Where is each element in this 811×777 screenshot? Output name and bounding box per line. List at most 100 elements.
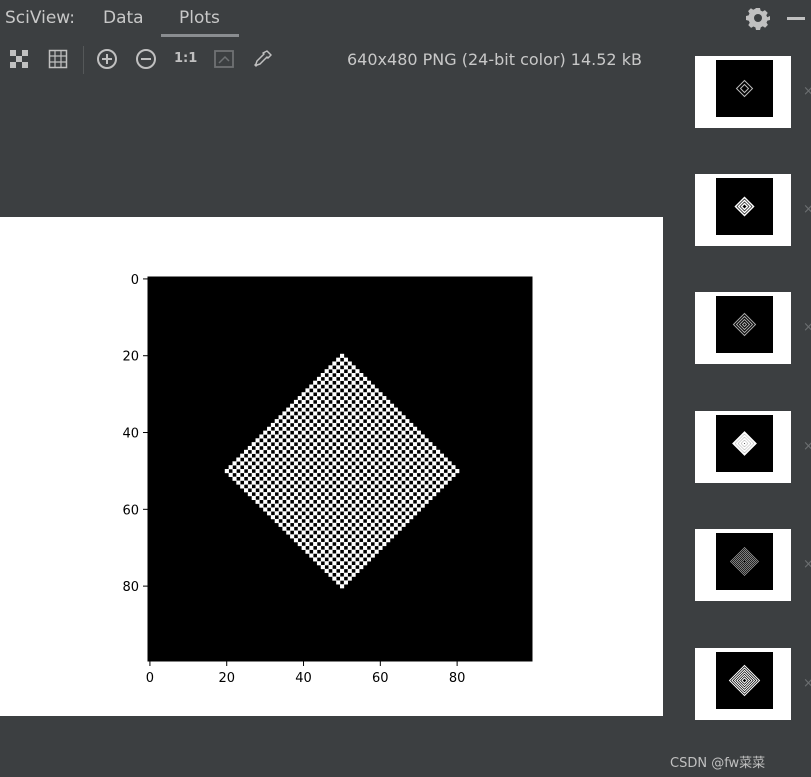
image-pixel bbox=[370, 469, 375, 474]
image-pixel bbox=[305, 549, 310, 554]
image-pixel bbox=[316, 553, 322, 558]
image-pixel bbox=[420, 503, 425, 508]
close-thumbnail-icon[interactable]: × bbox=[803, 85, 811, 98]
image-pixel bbox=[355, 399, 360, 405]
image-pixel bbox=[393, 453, 398, 458]
image-pixel bbox=[420, 472, 425, 477]
image-pixel bbox=[378, 453, 383, 458]
image-pixel bbox=[320, 411, 325, 416]
image-pixel bbox=[393, 461, 398, 466]
image-pixel bbox=[386, 484, 391, 489]
image-pixel bbox=[255, 499, 260, 504]
image-pixel bbox=[351, 442, 356, 447]
image-pixel bbox=[412, 488, 418, 493]
image-pixel bbox=[328, 488, 333, 493]
color-picker-icon[interactable] bbox=[252, 48, 274, 70]
image-pixel bbox=[278, 499, 283, 504]
image-pixel bbox=[336, 565, 341, 570]
image-pixel bbox=[347, 392, 352, 397]
image-pixel bbox=[355, 407, 360, 412]
close-thumbnail-icon[interactable]: × bbox=[803, 677, 811, 690]
plot-thumbnail-3[interactable] bbox=[695, 292, 791, 364]
image-pixel bbox=[309, 476, 314, 481]
image-pixel bbox=[313, 480, 318, 485]
image-pixel bbox=[363, 561, 368, 566]
close-thumbnail-icon[interactable]: × bbox=[803, 203, 811, 216]
image-pixel bbox=[278, 476, 283, 481]
image-pixel bbox=[328, 396, 333, 401]
image-pixel bbox=[316, 384, 322, 389]
close-thumbnail-icon[interactable]: × bbox=[803, 440, 811, 453]
image-pixel bbox=[412, 495, 418, 501]
image-pixel bbox=[324, 515, 329, 520]
image-pixel bbox=[286, 522, 291, 527]
image-pixel bbox=[274, 503, 279, 508]
image-pixel bbox=[297, 495, 302, 501]
image-pixel bbox=[397, 434, 402, 439]
image-pixel bbox=[336, 449, 341, 454]
image-pixel bbox=[301, 522, 306, 527]
image-pixel bbox=[416, 507, 421, 512]
y-tick-label: 80 bbox=[122, 580, 139, 595]
image-pixel bbox=[439, 469, 444, 474]
image-pixel bbox=[347, 361, 352, 366]
image-pixel bbox=[324, 422, 329, 428]
image-pixel bbox=[301, 507, 306, 512]
image-pixel bbox=[366, 518, 372, 524]
image-pixel bbox=[393, 445, 398, 451]
grid-icon[interactable] bbox=[47, 48, 69, 70]
image-pixel bbox=[359, 419, 364, 424]
plot-thumbnail-6[interactable] bbox=[695, 648, 791, 720]
x-tick-label: 20 bbox=[218, 671, 235, 686]
minimize-icon[interactable] bbox=[787, 17, 805, 20]
image-pixel bbox=[263, 453, 268, 458]
image-pixel bbox=[340, 384, 345, 389]
image-pixel bbox=[251, 442, 256, 447]
fit-window-icon[interactable] bbox=[213, 48, 235, 70]
close-thumbnail-icon[interactable]: × bbox=[803, 321, 811, 334]
image-pixel bbox=[401, 445, 406, 451]
image-pixel bbox=[309, 545, 314, 550]
image-pixel bbox=[270, 476, 276, 481]
image-pixel bbox=[313, 449, 318, 454]
plot-thumbnail-5[interactable] bbox=[695, 529, 791, 601]
image-pixel bbox=[267, 457, 272, 462]
zoom-out-icon[interactable] bbox=[135, 48, 157, 70]
image-pixel bbox=[293, 538, 299, 543]
image-pixel bbox=[378, 530, 383, 535]
image-pixel bbox=[378, 407, 383, 412]
image-pixel bbox=[343, 365, 348, 370]
image-pixel bbox=[416, 499, 421, 504]
image-pixel bbox=[439, 484, 444, 489]
image-pixel bbox=[359, 457, 364, 462]
tab-plots[interactable]: Plots bbox=[179, 8, 220, 28]
x-tick-label: 60 bbox=[372, 671, 389, 686]
image-pixel bbox=[313, 488, 318, 493]
image-pixel bbox=[270, 507, 276, 512]
image-pixel bbox=[370, 492, 375, 497]
image-pixel bbox=[343, 426, 348, 431]
image-pixel bbox=[389, 434, 395, 439]
image-pixel bbox=[232, 476, 237, 481]
image-pixel bbox=[282, 518, 287, 524]
image-pixel bbox=[316, 507, 322, 512]
close-thumbnail-icon[interactable]: × bbox=[803, 558, 811, 571]
image-pixel bbox=[347, 476, 352, 481]
image-pixel bbox=[282, 526, 287, 531]
image-pixel bbox=[324, 538, 329, 543]
image-pixel bbox=[340, 499, 345, 504]
image-pixel bbox=[355, 438, 360, 443]
gear-icon[interactable] bbox=[746, 6, 770, 30]
tab-data[interactable]: Data bbox=[103, 8, 144, 28]
plot-thumbnail-2[interactable] bbox=[695, 174, 791, 246]
image-pixel bbox=[282, 488, 287, 493]
checkerboard-icon[interactable] bbox=[8, 48, 30, 70]
image-pixel bbox=[343, 457, 348, 462]
actual-size-icon[interactable]: 1:1 bbox=[174, 51, 197, 73]
plot-thumbnail-1[interactable] bbox=[695, 56, 791, 128]
plot-thumbnail-4[interactable] bbox=[695, 411, 791, 483]
image-pixel bbox=[355, 499, 360, 504]
zoom-in-icon[interactable] bbox=[96, 48, 118, 70]
image-pixel bbox=[293, 461, 299, 466]
image-pixel bbox=[313, 526, 318, 531]
